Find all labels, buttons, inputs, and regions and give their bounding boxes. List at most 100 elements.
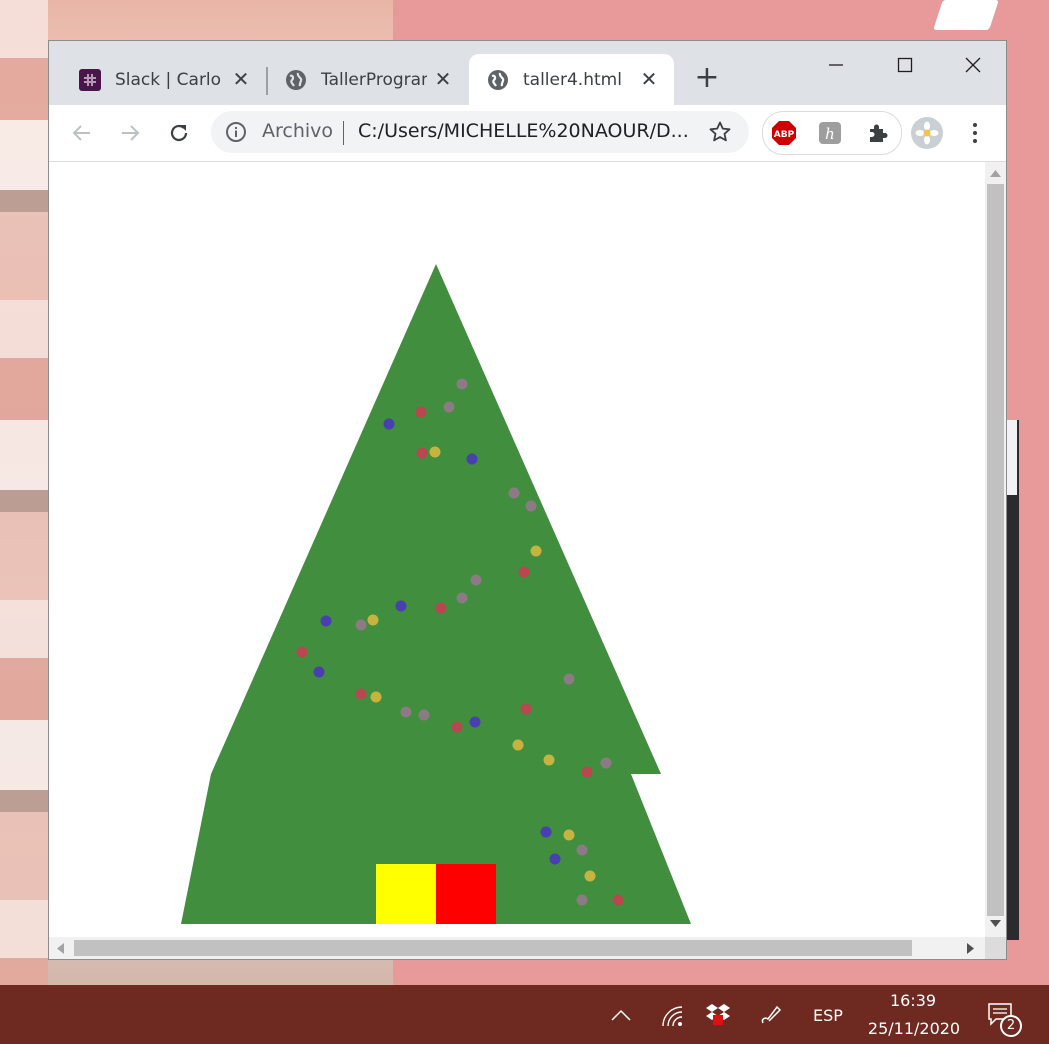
scroll-left-arrow-icon[interactable] [57, 943, 65, 954]
scheme-label: Archivo [262, 120, 334, 142]
light-bulb-red [520, 703, 532, 715]
new-tab-button[interactable]: + [693, 63, 721, 93]
light-bulb-gray [470, 574, 482, 586]
browser-toolbar: Archivo C:/Users/MICHELLE%20NAOUR/D... A… [49, 105, 1006, 162]
close-tab-icon[interactable]: ✕ [432, 68, 454, 90]
close-tab-icon[interactable]: ✕ [230, 68, 252, 90]
gift-red [436, 864, 496, 924]
light-bulb-blue [320, 615, 332, 627]
scroll-up-arrow-icon[interactable] [990, 170, 1001, 178]
clock-time[interactable]: 16:39 [870, 991, 956, 1010]
light-bulb-gray [443, 401, 455, 413]
background-window-edge [1007, 420, 1019, 940]
desktop-shape [933, 0, 999, 30]
reload-button[interactable] [163, 117, 195, 149]
tree-top-triangle [211, 264, 661, 774]
light-bulb-gray [563, 673, 575, 685]
light-bulb-gray [508, 487, 520, 499]
windows-taskbar: ESP 16:39 25/11/2020 2 [0, 985, 1049, 1044]
light-bulb-yellow [429, 446, 441, 458]
light-bulb-yellow [370, 691, 382, 703]
light-bulb-gray [600, 757, 612, 769]
light-bulb-blue [383, 418, 395, 430]
light-bulb-blue [313, 666, 325, 678]
browser-menu-button[interactable] [966, 117, 984, 149]
page-viewport [49, 162, 985, 937]
close-tab-icon[interactable]: ✕ [638, 68, 660, 90]
tab-title: Slack | Carlos [115, 69, 221, 90]
scroll-down-arrow-icon[interactable] [990, 920, 1001, 928]
light-bulb-blue [549, 853, 561, 865]
svg-text:ℎ: ℎ [825, 125, 835, 143]
light-bulb-blue [466, 453, 478, 465]
horizontal-scroll-thumb[interactable] [74, 940, 912, 956]
pen-workspace-icon[interactable] [758, 1002, 784, 1028]
info-icon[interactable] [225, 121, 247, 143]
tab-slack[interactable]: Slack | Carlos ✕ [49, 54, 266, 105]
vertical-scrollbar[interactable] [985, 162, 1006, 937]
light-bulb-gray [576, 894, 588, 906]
light-bulb-blue [395, 600, 407, 612]
address-bar[interactable]: Archivo C:/Users/MICHELLE%20NAOUR/D... [211, 111, 749, 153]
light-bulb-gray [456, 592, 468, 604]
light-bulb-gray [400, 706, 412, 718]
light-bulb-red [435, 602, 447, 614]
slack-icon [79, 68, 101, 91]
light-bulb-yellow [584, 870, 596, 882]
adblock-plus-icon[interactable]: ABP [771, 120, 797, 146]
light-bulb-red [518, 566, 530, 578]
light-bulb-yellow [512, 739, 524, 751]
profile-avatar[interactable] [911, 117, 943, 149]
vertical-scroll-thumb[interactable] [987, 184, 1004, 916]
light-bulb-yellow [530, 545, 542, 557]
extensions-puzzle-icon[interactable] [865, 120, 891, 146]
light-bulb-gray [355, 619, 367, 631]
notification-count-badge: 2 [1000, 1015, 1022, 1037]
back-button[interactable] [66, 117, 98, 149]
gift-yellow [376, 864, 436, 924]
scroll-corner [985, 937, 1006, 959]
globe-icon [285, 69, 307, 91]
light-bulb-gray [525, 500, 537, 512]
light-bulb-red [581, 766, 593, 778]
clock-date[interactable]: 25/11/2020 [862, 1019, 966, 1038]
light-bulb-blue [469, 716, 481, 728]
tab-tallerprogram[interactable]: TallerProgram ✕ [268, 54, 468, 105]
tab-taller4[interactable]: taller4.html ✕ [469, 54, 674, 105]
light-bulb-red [415, 406, 427, 418]
bookmark-star-icon[interactable] [708, 120, 732, 144]
tab-strip: Slack | Carlos ✕ TallerProgram ✕ taller4… [49, 41, 1006, 105]
light-bulb-red [416, 447, 428, 459]
light-bulb-gray [456, 378, 468, 390]
light-bulb-red [451, 721, 463, 733]
close-window-button[interactable] [953, 51, 993, 79]
show-hidden-icons-chevron-icon[interactable] [609, 1003, 633, 1027]
tab-title: taller4.html [523, 69, 622, 90]
light-bulb-gray [418, 709, 430, 721]
minimize-button[interactable] [816, 51, 856, 79]
maximize-button[interactable] [885, 51, 925, 79]
scroll-right-arrow-icon[interactable] [967, 943, 975, 954]
input-language[interactable]: ESP [813, 1006, 843, 1025]
forward-button[interactable] [114, 117, 146, 149]
light-bulb-red [296, 646, 308, 658]
browser-window: Slack | Carlos ✕ TallerProgram ✕ taller4… [48, 40, 1007, 960]
light-bulb-blue [540, 826, 552, 838]
pushbullet-icon[interactable]: ℎ [817, 120, 843, 146]
light-bulb-red [355, 688, 367, 700]
light-bulb-gray [576, 844, 588, 856]
svg-text:ABP: ABP [774, 130, 795, 140]
omnibox-divider [343, 121, 344, 145]
light-bulb-red [612, 894, 624, 906]
extensions-group: ABP ℎ [762, 111, 902, 155]
light-bulb-yellow [563, 829, 575, 841]
wifi-icon[interactable] [659, 1003, 685, 1029]
canvas-drawing [181, 264, 691, 924]
light-bulb-yellow [543, 754, 555, 766]
horizontal-scrollbar[interactable] [49, 937, 985, 959]
light-bulb-yellow [367, 614, 379, 626]
url-text[interactable]: C:/Users/MICHELLE%20NAOUR/D... [358, 120, 689, 142]
dropbox-icon[interactable] [704, 1002, 732, 1028]
globe-icon [487, 69, 509, 91]
tab-title: TallerProgram [321, 69, 427, 90]
